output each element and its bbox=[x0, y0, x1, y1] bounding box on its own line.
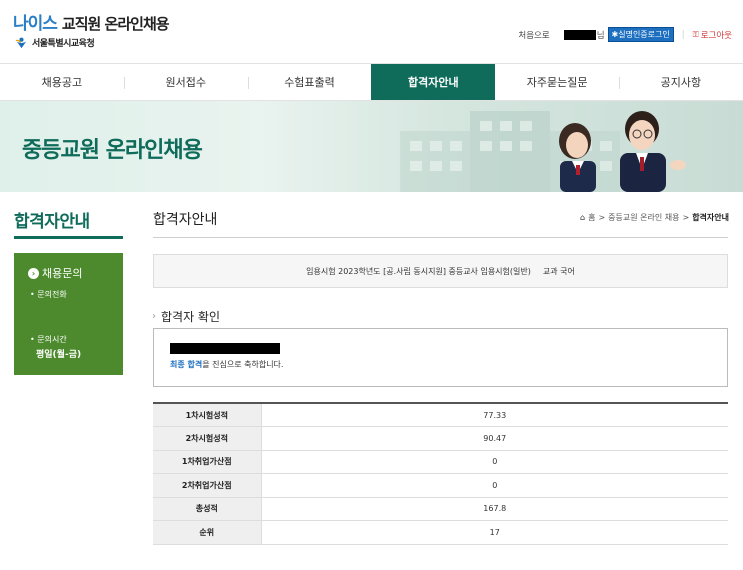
table-row: 총성적 167.8 bbox=[153, 497, 728, 521]
nav-notice[interactable]: 공지사항 bbox=[618, 64, 743, 100]
section-title-text: 합격자 확인 bbox=[161, 310, 221, 324]
candidate-name-redacted bbox=[170, 343, 280, 354]
nav-admission-ticket[interactable]: 수험표출력 bbox=[247, 64, 372, 100]
hours-value: 평일(월-금) bbox=[36, 350, 82, 360]
user-name-redacted bbox=[563, 29, 596, 40]
inquiry-heading: › 채용문의 bbox=[28, 265, 123, 281]
exam-info-box: 임용시험 2023학년도 [공.사립 동시지원] 중등교사 임용시험(일반) 교… bbox=[153, 254, 728, 288]
inquiry-label: 채용문의 bbox=[42, 267, 83, 280]
logo-title: 교직원 온라인채용 bbox=[61, 15, 170, 33]
logout-link[interactable]: ⚿ 로그아웃 bbox=[693, 29, 732, 41]
final-pass-label: 최종 합격 bbox=[170, 360, 203, 369]
table-row: 2차취업가산점 0 bbox=[153, 473, 728, 498]
hours-label: • 문의시간 bbox=[30, 335, 67, 344]
sidebar-title-underline bbox=[14, 236, 123, 239]
table-row: 순위 17 bbox=[153, 520, 728, 545]
table-row: 1차취업가산점 0 bbox=[153, 450, 728, 474]
main-nav: 채용공고 원서접수 수험표출력 합격자안내 자주묻는질문 공지사항 bbox=[0, 63, 743, 101]
breadcrumb-separator-icon: > bbox=[682, 213, 690, 222]
breadcrumb-home[interactable]: 홈 bbox=[588, 212, 595, 223]
congrats-message: 최종 합격을 진심으로 축하합니다. bbox=[170, 359, 727, 370]
hours-label-text: 문의시간 bbox=[37, 335, 67, 344]
breadcrumb: ⌂ 홈 > 중등교원 온라인 채용 > 합격자안내 bbox=[580, 212, 729, 223]
cert-login-label: 실명인증로그인 bbox=[618, 30, 670, 39]
cert-login-badge: ✱실명인증로그인 bbox=[607, 27, 674, 42]
score-table: 1차시험성적 77.33 2차시험성적 90.47 1차취업가산점 0 2차취업… bbox=[153, 402, 728, 545]
score-value: 0 bbox=[261, 473, 728, 498]
exam-info: 임용시험 2023학년도 [공.사립 동시지원] 중등교사 임용시험(일반) bbox=[306, 266, 531, 276]
inquiry-box: › 채용문의 • 문의전화 • 문의시간 평일(월-금) bbox=[14, 253, 123, 375]
nav-application[interactable]: 원서접수 bbox=[123, 64, 248, 100]
utility-menu: 처음으로 님 ✱실명인증로그인 | ⚿ 로그아웃 bbox=[518, 27, 732, 42]
score-label: 1차취업가산점 bbox=[153, 450, 262, 474]
chevron-right-icon: › bbox=[152, 311, 156, 322]
nav-recruit-notice[interactable]: 채용공고 bbox=[0, 64, 124, 100]
divider: | bbox=[681, 29, 685, 40]
section-title: › 합격자 확인 bbox=[152, 308, 220, 325]
nav-pass-info[interactable]: 합격자안내 bbox=[371, 64, 496, 100]
page-title: 합격자안내 bbox=[153, 212, 218, 228]
table-row: 1차시험성적 77.33 bbox=[153, 403, 728, 427]
sidebar-title: 합격자안내 bbox=[14, 212, 90, 232]
arrow-right-icon: › bbox=[28, 267, 39, 279]
user-suffix: 님 bbox=[596, 30, 605, 41]
logout-label: 로그아웃 bbox=[700, 30, 732, 41]
logo-brand: 나이스 bbox=[13, 14, 58, 34]
score-label: 총성적 bbox=[153, 497, 262, 521]
students-illustration bbox=[559, 111, 686, 192]
score-label: 순위 bbox=[153, 520, 262, 545]
score-value: 90.47 bbox=[261, 426, 728, 451]
exam-subject: 교과 국어 bbox=[542, 266, 575, 276]
score-value: 0 bbox=[261, 450, 728, 474]
table-row: 2차시험성적 90.47 bbox=[153, 426, 728, 451]
score-value: 77.33 bbox=[261, 403, 728, 427]
score-label: 2차시험성적 bbox=[153, 426, 262, 451]
org-name: 서울특별시교육청 bbox=[32, 39, 95, 49]
phone-label-text: 문의전화 bbox=[37, 290, 67, 299]
site-header: 나이스 교직원 온라인채용 서울특별시교육청 처음으로 님 ✱실명인증로그인 |… bbox=[0, 0, 743, 62]
phone-label: • 문의전화 bbox=[30, 290, 67, 299]
hero-banner: 중등교원 온라인채용 bbox=[0, 101, 743, 192]
score-value: 167.8 bbox=[261, 497, 728, 521]
home-link[interactable]: 처음으로 bbox=[518, 29, 549, 41]
title-divider bbox=[153, 237, 728, 238]
site-logo[interactable]: 나이스 교직원 온라인채용 bbox=[13, 9, 170, 34]
score-label: 1차시험성적 bbox=[153, 403, 262, 427]
org-logo[interactable]: 서울특별시교육청 bbox=[15, 36, 95, 49]
pass-result-box: 최종 합격을 진심으로 축하합니다. bbox=[153, 328, 728, 387]
home-icon[interactable]: ⌂ bbox=[580, 213, 585, 222]
nav-faq[interactable]: 자주묻는질문 bbox=[495, 64, 619, 100]
breadcrumb-level1[interactable]: 중등교원 온라인 채용 bbox=[608, 212, 679, 223]
score-value: 17 bbox=[261, 520, 728, 545]
breadcrumb-current: 합격자안내 bbox=[692, 213, 729, 222]
breadcrumb-separator-icon: > bbox=[598, 213, 606, 222]
banner-title: 중등교원 온라인채용 bbox=[22, 138, 203, 163]
lock-icon: ⚿ bbox=[692, 29, 699, 39]
congrats-text: 을 진심으로 축하합니다. bbox=[202, 360, 284, 369]
score-label: 2차취업가산점 bbox=[153, 473, 262, 498]
education-office-emblem-icon bbox=[15, 37, 27, 49]
